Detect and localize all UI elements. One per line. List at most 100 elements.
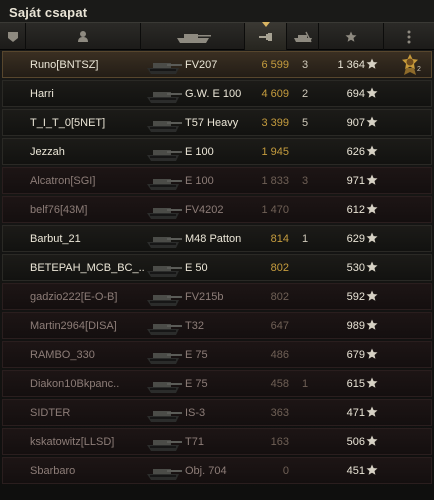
player-row[interactable]: gadzio222[E-O-B] FV215b 802 592: [2, 283, 432, 310]
experience-value: 907: [346, 117, 365, 129]
player-name: T_I_T_0[5NET]: [30, 117, 106, 129]
tank-thumbnail-icon: [147, 266, 182, 277]
star-icon: [345, 31, 357, 42]
tank-name: FV215b: [185, 291, 224, 303]
damage-value: 6 599: [261, 59, 289, 71]
player-row[interactable]: SIDTER IS-3 363 471: [2, 399, 432, 426]
damage-value: 802: [270, 262, 289, 274]
tank-name: IS-3: [185, 407, 206, 419]
damage-value: 363: [270, 407, 289, 419]
tank-name: T32: [185, 320, 204, 332]
damage-value: 163: [270, 436, 289, 448]
tank-name: T71: [185, 436, 204, 448]
damage-value: 486: [270, 349, 289, 361]
damage-value: 0: [282, 465, 289, 477]
star-icon: [366, 290, 378, 301]
player-name: Sbarbaro: [30, 465, 76, 477]
kills-value: 1: [301, 233, 309, 245]
player-row[interactable]: Diakon10Bkpanc.. E 75 458 1 615: [2, 370, 432, 397]
tank-thumbnail-icon: [147, 63, 182, 74]
tank-name: E 75: [185, 378, 208, 390]
experience-value: 629: [346, 233, 365, 245]
header-medals[interactable]: [384, 23, 434, 50]
player-row[interactable]: belf76[43M] FV4202 1 470 612: [2, 196, 432, 223]
column-header-row: [0, 22, 434, 50]
player-row[interactable]: Harri G.W. E 100 4 609 2 694: [2, 80, 432, 107]
medal-icon: [407, 30, 411, 43]
tank-name: FV4202: [185, 204, 224, 216]
tank-thumbnail-icon: [147, 179, 182, 190]
star-icon: [366, 116, 378, 127]
header-experience[interactable]: [319, 23, 384, 50]
star-icon: [366, 203, 378, 214]
star-icon: [366, 435, 378, 446]
experience-value: 694: [346, 88, 365, 100]
player-name: Runo[BNTSZ]: [30, 59, 99, 71]
tank-name: FV207: [185, 59, 218, 71]
damage-value: 1 945: [261, 146, 289, 158]
player-row[interactable]: Alcatron[SGI] E 100 1 833 3 971: [2, 167, 432, 194]
header-player[interactable]: [26, 23, 141, 50]
star-icon: [366, 261, 378, 272]
damage-value: 814: [270, 233, 289, 245]
tank-name: E 50: [185, 262, 208, 274]
player-name: kskatowitz[LLSD]: [30, 436, 115, 448]
player-name: gadzio222[E-O-B]: [30, 291, 118, 303]
player-row[interactable]: Runo[BNTSZ] FV207 6 599 3 1 364 2: [2, 51, 432, 78]
experience-value: 612: [346, 204, 365, 216]
experience-value: 506: [346, 436, 365, 448]
player-row[interactable]: Jezzah E 100 1 945 626: [2, 138, 432, 165]
experience-value: 471: [346, 407, 365, 419]
experience-value: 679: [346, 349, 365, 361]
kills-value: 5: [301, 117, 309, 129]
player-icon: [78, 31, 88, 42]
player-row[interactable]: Martin2964[DISA] T32 647 989: [2, 312, 432, 339]
tank-thumbnail-icon: [147, 382, 182, 393]
tank-name: G.W. E 100: [185, 88, 242, 100]
star-icon: [366, 174, 378, 185]
player-name: SIDTER: [30, 407, 71, 419]
kills-value: 2: [301, 88, 309, 100]
sort-arrow-icon: [261, 22, 270, 27]
player-row[interactable]: RAMBO_330 E 75 486 679: [2, 341, 432, 368]
player-row[interactable]: Barbut_21 M48 Patton 814 1 629: [2, 225, 432, 252]
medal-count: 2: [417, 66, 421, 73]
damage-value: 1 833: [261, 175, 289, 187]
star-icon: [366, 58, 378, 69]
player-name: Jezzah: [30, 146, 65, 158]
team-results-panel: Saját csapat Runo[BNTSZ] FV207 6 599 3 1…: [0, 0, 434, 500]
medal-icon[interactable]: [398, 53, 422, 77]
damage-value: 4 609: [261, 88, 289, 100]
damage-icon: [258, 32, 272, 41]
experience-value: 451: [346, 465, 365, 477]
tank-thumbnail-icon: [147, 411, 182, 422]
player-name: RAMBO_330: [30, 349, 95, 361]
header-damage[interactable]: [245, 22, 287, 50]
player-name: Alcatron[SGI]: [30, 175, 96, 187]
tank-thumbnail-icon: [147, 237, 182, 248]
player-name: belf76[43M]: [30, 204, 88, 216]
damage-value: 1 470: [261, 204, 289, 216]
header-kills[interactable]: [287, 23, 319, 50]
tank-name: E 75: [185, 349, 208, 361]
title-bar: Saját csapat: [0, 0, 434, 22]
experience-value: 971: [346, 175, 365, 187]
star-icon: [366, 87, 378, 98]
kills-value: 3: [301, 175, 309, 187]
panel-title: Saját csapat: [9, 5, 88, 20]
experience-value: 615: [346, 378, 365, 390]
tank-thumbnail-icon: [147, 92, 182, 103]
player-row[interactable]: Sbarbaro Obj. 704 0 451: [2, 457, 432, 484]
tank-icon: [176, 33, 211, 43]
player-name: Diakon10Bkpanc..: [30, 378, 120, 390]
tank-thumbnail-icon: [147, 295, 182, 306]
header-platoon[interactable]: [0, 23, 26, 50]
tank-thumbnail-icon: [147, 121, 182, 132]
player-name: Harri: [30, 88, 54, 100]
player-row[interactable]: BETEPAH_MCB_BC_... E 50 802 530: [2, 254, 432, 281]
player-row[interactable]: T_I_T_0[5NET] T57 Heavy 3 399 5 907: [2, 109, 432, 136]
damage-value: 458: [270, 378, 289, 390]
tank-thumbnail-icon: [147, 353, 182, 364]
header-vehicle[interactable]: [141, 23, 245, 50]
player-row[interactable]: kskatowitz[LLSD] T71 163 506: [2, 428, 432, 455]
